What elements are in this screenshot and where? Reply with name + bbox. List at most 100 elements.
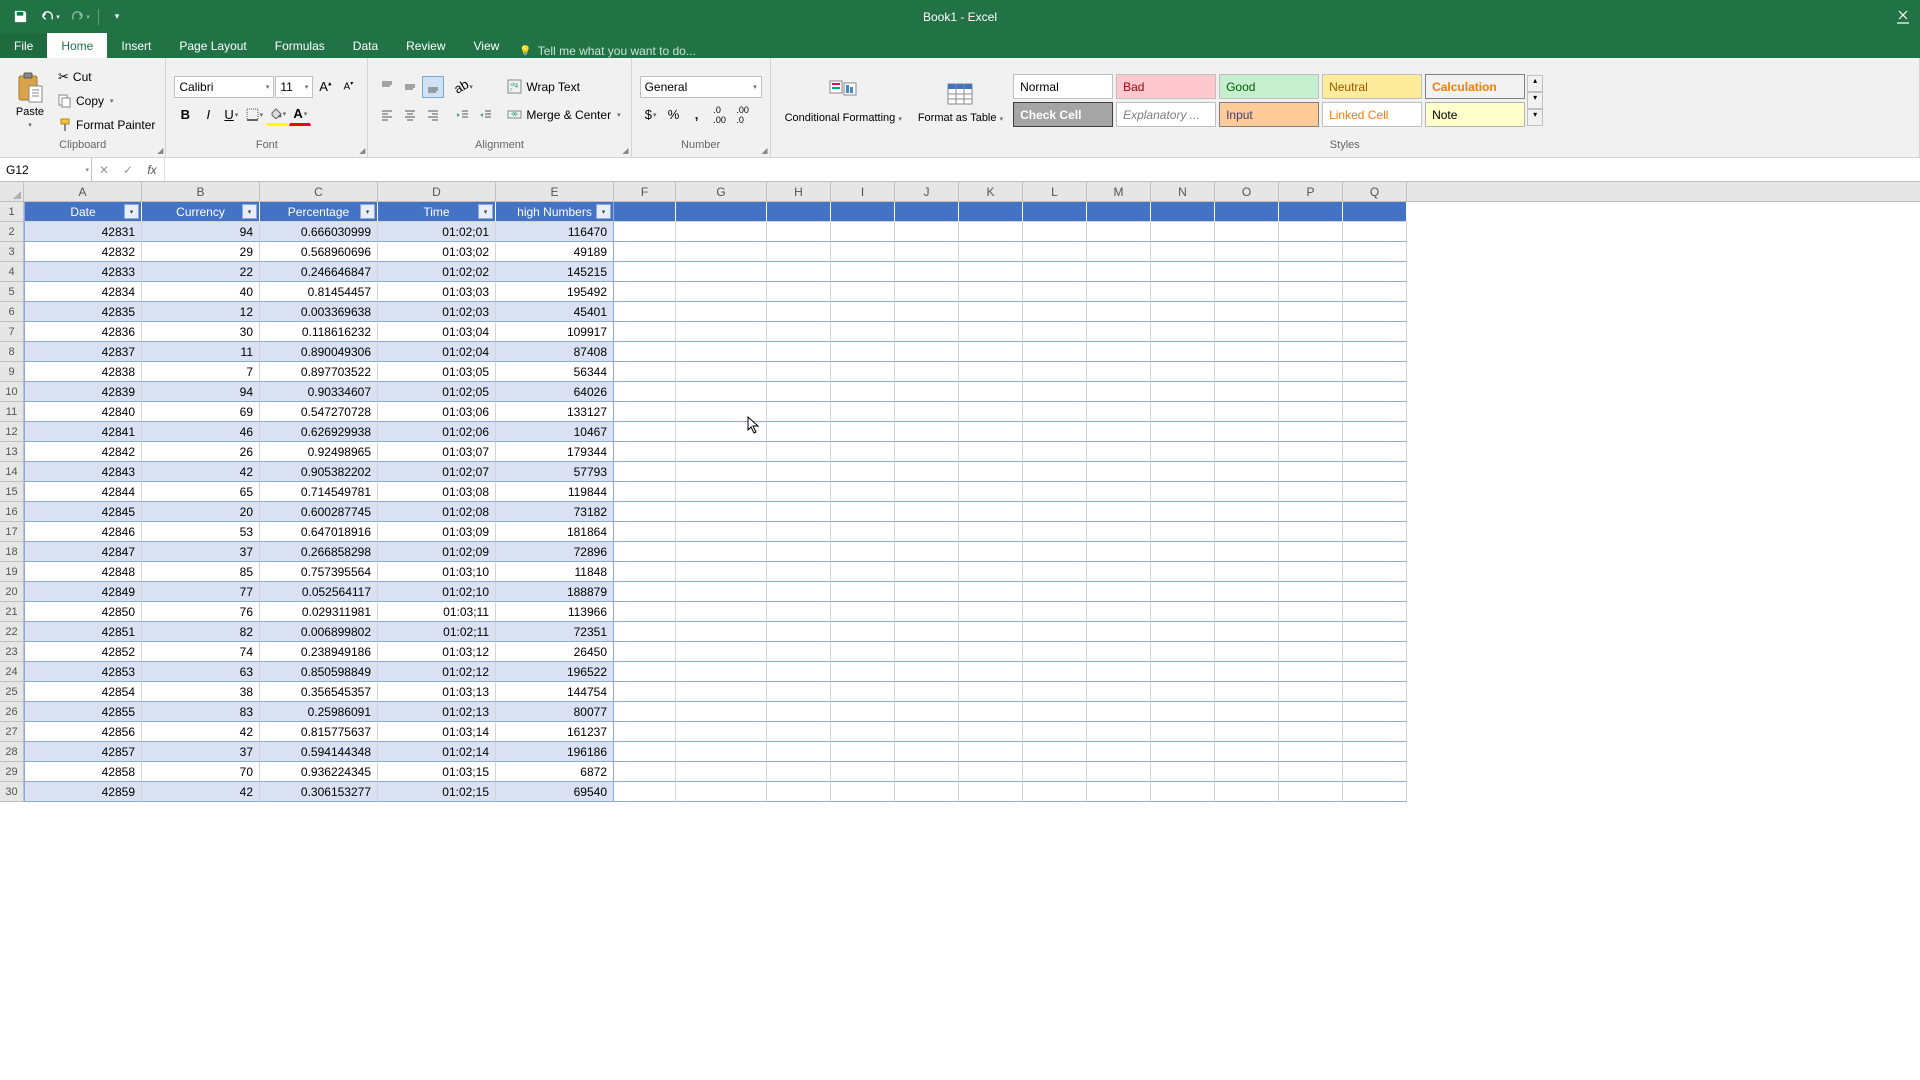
cell[interactable] xyxy=(1279,762,1343,782)
number-dialog-launcher[interactable]: ◢ xyxy=(761,146,767,155)
cell[interactable]: 42842 xyxy=(24,442,142,462)
cell[interactable] xyxy=(1343,322,1407,342)
cell[interactable] xyxy=(1023,782,1087,802)
cell[interactable] xyxy=(676,762,767,782)
row-header[interactable]: 19 xyxy=(0,562,24,582)
style-bad[interactable]: Bad xyxy=(1116,74,1216,99)
cell[interactable]: 94 xyxy=(142,222,260,242)
cell[interactable] xyxy=(895,582,959,602)
cell[interactable]: 0.815775637 xyxy=(260,722,378,742)
cell[interactable] xyxy=(1151,502,1215,522)
cell[interactable] xyxy=(1023,262,1087,282)
cell[interactable] xyxy=(1343,222,1407,242)
cell[interactable]: 195492 xyxy=(496,282,614,302)
cell[interactable] xyxy=(895,722,959,742)
row-header[interactable]: 29 xyxy=(0,762,24,782)
cell[interactable]: 42859 xyxy=(24,782,142,802)
cell[interactable]: 65 xyxy=(142,482,260,502)
cell[interactable]: 42839 xyxy=(24,382,142,402)
underline-button[interactable]: U xyxy=(220,104,242,126)
cell[interactable] xyxy=(1343,262,1407,282)
cell[interactable] xyxy=(1087,422,1151,442)
cell[interactable]: 133127 xyxy=(496,402,614,422)
cell[interactable] xyxy=(614,382,676,402)
wrap-text-button[interactable]: abc Wrap Text xyxy=(505,76,622,98)
tab-home[interactable]: Home xyxy=(47,33,107,58)
cell[interactable] xyxy=(614,782,676,802)
cell[interactable] xyxy=(1343,702,1407,722)
cell[interactable] xyxy=(614,482,676,502)
cell[interactable] xyxy=(1343,242,1407,262)
cell[interactable] xyxy=(959,562,1023,582)
cell[interactable]: 116470 xyxy=(496,222,614,242)
cell[interactable] xyxy=(1215,742,1279,762)
cell[interactable] xyxy=(895,222,959,242)
cell[interactable]: 0.25986091 xyxy=(260,702,378,722)
cell[interactable] xyxy=(831,242,895,262)
cell[interactable] xyxy=(831,302,895,322)
align-bottom-button[interactable] xyxy=(422,76,444,98)
font-size-selector[interactable]: 11 ▾ xyxy=(275,76,313,98)
cell[interactable] xyxy=(959,242,1023,262)
cell[interactable]: 01:02;03 xyxy=(378,302,496,322)
cell[interactable] xyxy=(1215,642,1279,662)
cell[interactable] xyxy=(676,362,767,382)
cell[interactable] xyxy=(676,282,767,302)
cell[interactable] xyxy=(1151,422,1215,442)
style-input[interactable]: Input xyxy=(1219,102,1319,127)
cell[interactable]: 42 xyxy=(142,782,260,802)
cell[interactable] xyxy=(959,742,1023,762)
cell[interactable]: 42833 xyxy=(24,262,142,282)
fill-color-button[interactable] xyxy=(266,104,288,126)
styles-down-button[interactable]: ▾ xyxy=(1527,92,1543,109)
cell[interactable]: 01:03;08 xyxy=(378,482,496,502)
cell[interactable] xyxy=(1087,482,1151,502)
cell[interactable] xyxy=(1215,322,1279,342)
cell[interactable] xyxy=(1279,702,1343,722)
cell[interactable] xyxy=(959,462,1023,482)
cell[interactable] xyxy=(1151,382,1215,402)
cell[interactable] xyxy=(1151,522,1215,542)
cell[interactable] xyxy=(959,382,1023,402)
cell[interactable] xyxy=(1023,702,1087,722)
cell[interactable] xyxy=(1087,462,1151,482)
cell[interactable] xyxy=(1151,362,1215,382)
number-format-selector[interactable]: General ▾ xyxy=(640,76,762,98)
bold-button[interactable]: B xyxy=(174,104,196,126)
column-header[interactable]: G xyxy=(676,182,767,201)
cell[interactable]: 01:02;05 xyxy=(378,382,496,402)
cell[interactable] xyxy=(767,682,831,702)
row-header[interactable]: 17 xyxy=(0,522,24,542)
row-header[interactable]: 10 xyxy=(0,382,24,402)
cell[interactable] xyxy=(1087,762,1151,782)
cell[interactable] xyxy=(1215,402,1279,422)
borders-button[interactable] xyxy=(243,104,265,126)
cell[interactable] xyxy=(831,282,895,302)
cell[interactable] xyxy=(1023,662,1087,682)
cell[interactable] xyxy=(1087,342,1151,362)
cell[interactable] xyxy=(1279,362,1343,382)
cell[interactable]: 01:02;09 xyxy=(378,542,496,562)
cell[interactable] xyxy=(1087,682,1151,702)
cell[interactable] xyxy=(1215,502,1279,522)
cut-button[interactable]: ✂ Cut xyxy=(56,66,157,88)
cell[interactable] xyxy=(831,722,895,742)
undo-button[interactable]: ▾ xyxy=(36,4,64,30)
cell[interactable] xyxy=(1023,542,1087,562)
cell[interactable] xyxy=(1023,202,1087,222)
cell[interactable] xyxy=(1343,562,1407,582)
cell[interactable] xyxy=(676,722,767,742)
cell[interactable]: 0.936224345 xyxy=(260,762,378,782)
cell[interactable] xyxy=(676,522,767,542)
cell[interactable]: 30 xyxy=(142,322,260,342)
cell[interactable]: 01:03;07 xyxy=(378,442,496,462)
cell[interactable] xyxy=(959,582,1023,602)
cell[interactable] xyxy=(959,702,1023,722)
cell[interactable] xyxy=(1151,462,1215,482)
cell[interactable] xyxy=(1215,302,1279,322)
cell[interactable] xyxy=(1023,302,1087,322)
row-header[interactable]: 7 xyxy=(0,322,24,342)
cell[interactable] xyxy=(1215,242,1279,262)
cell[interactable]: 94 xyxy=(142,382,260,402)
column-header[interactable]: K xyxy=(959,182,1023,201)
